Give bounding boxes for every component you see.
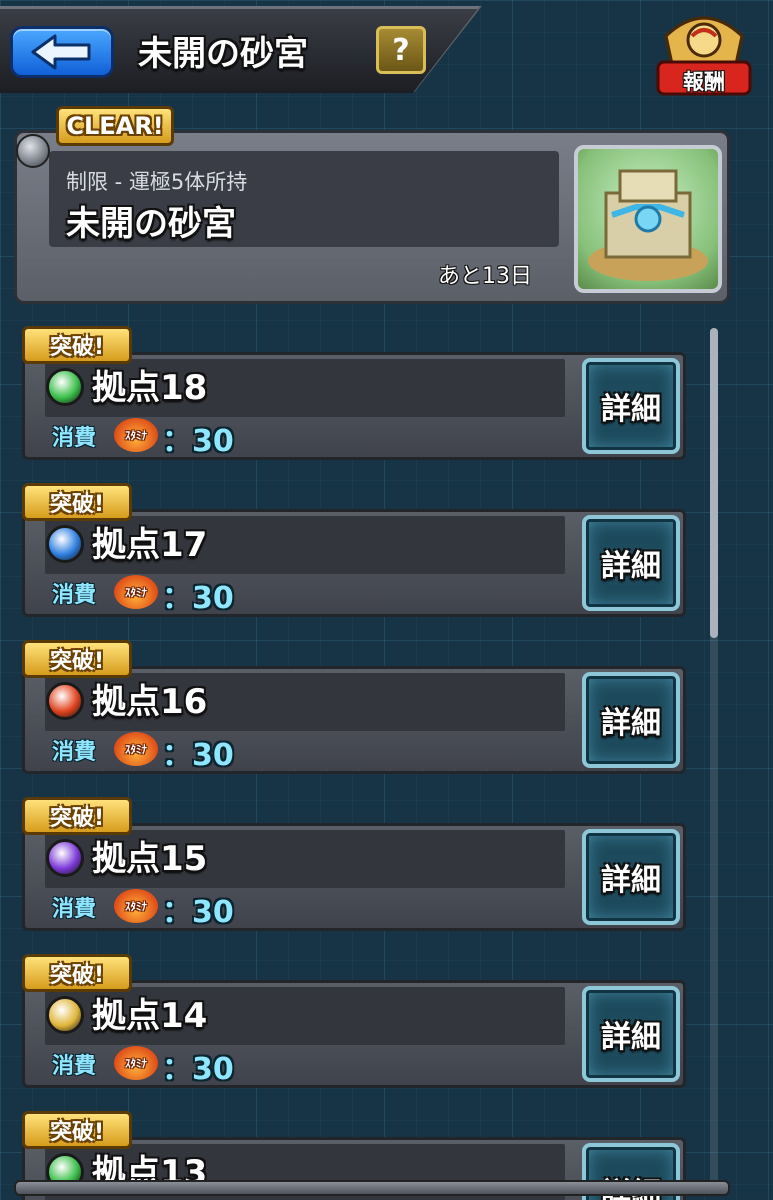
stamina-label: ｽﾀﾐﾅ (125, 900, 147, 913)
cost-label: 消費 (52, 426, 97, 451)
stage-card[interactable]: 拠点15 消費 ｽﾀﾐﾅ ：30 詳細 突破! (22, 797, 686, 931)
stage-card[interactable]: 拠点18 消費 ｽﾀﾐﾅ ：30 詳細 突破! (22, 326, 686, 460)
stage-name: 拠点14 (92, 996, 208, 1036)
reward-label: 報酬 (683, 70, 725, 94)
detail-button[interactable]: 詳細 (582, 672, 680, 768)
cost-value: ：30 (162, 424, 234, 459)
event-remaining-days: あと13日 (438, 264, 532, 289)
stamina-label: ｽﾀﾐﾅ (125, 1057, 147, 1070)
element-water-icon (46, 525, 84, 563)
back-button[interactable] (10, 26, 114, 78)
element-fire-icon (46, 682, 84, 720)
cleared-badge: 突破! (22, 797, 132, 835)
reward-button[interactable]: 報酬 (652, 6, 756, 102)
stage-name: 拠点16 (92, 682, 208, 722)
cost-value: ：30 (162, 895, 234, 930)
stage-card[interactable]: 拠点17 消費 ｽﾀﾐﾅ ：30 詳細 突破! (22, 483, 686, 617)
help-button[interactable]: ? (376, 26, 426, 74)
cost-label: 消費 (52, 740, 97, 765)
stamina-icon: ｽﾀﾐﾅ (114, 575, 158, 609)
detail-button[interactable]: 詳細 (582, 358, 680, 454)
cleared-badge: 突破! (22, 483, 132, 521)
event-name: 未開の砂宮 (66, 204, 236, 244)
bottom-rail (14, 1180, 730, 1196)
scrollbar-thumb[interactable] (710, 328, 718, 638)
stamina-icon: ｽﾀﾐﾅ (114, 889, 158, 923)
page-title: 未開の砂宮 (138, 34, 308, 74)
element-wood-icon (46, 368, 84, 406)
stage-list[interactable]: 拠点18 消費 ｽﾀﾐﾅ ：30 詳細 突破! 拠点17 消費 ｽﾀﾐﾅ ：30… (0, 320, 773, 1200)
cost-value: ：30 (162, 581, 234, 616)
detail-button[interactable]: 詳細 (582, 986, 680, 1082)
event-restriction: 制限 - 運極5体所持 (66, 170, 248, 194)
clear-badge: CLEAR! (56, 106, 174, 146)
stamina-label: ｽﾀﾐﾅ (125, 743, 147, 756)
stage-name: 拠点15 (92, 839, 208, 879)
pin-icon (16, 134, 50, 168)
stamina-icon: ｽﾀﾐﾅ (114, 1046, 158, 1080)
scrollbar[interactable] (710, 328, 718, 1188)
stamina-icon: ｽﾀﾐﾅ (114, 732, 158, 766)
cost-value: ：30 (162, 1052, 234, 1087)
event-thumbnail[interactable] (574, 145, 722, 293)
stage-name: 拠点18 (92, 368, 208, 408)
back-arrow-icon (31, 34, 91, 70)
cleared-badge: 突破! (22, 1111, 132, 1149)
cost-label: 消費 (52, 897, 97, 922)
element-light-icon (46, 996, 84, 1034)
stamina-icon: ｽﾀﾐﾅ (114, 418, 158, 452)
stamina-label: ｽﾀﾐﾅ (125, 429, 147, 442)
cleared-badge: 突破! (22, 326, 132, 364)
stage-card[interactable]: 拠点16 消費 ｽﾀﾐﾅ ：30 詳細 突破! (22, 640, 686, 774)
element-dark-icon (46, 839, 84, 877)
cost-value: ：30 (162, 738, 234, 773)
stamina-label: ｽﾀﾐﾅ (125, 586, 147, 599)
detail-button[interactable]: 詳細 (582, 515, 680, 611)
detail-button[interactable]: 詳細 (582, 829, 680, 925)
cleared-badge: 突破! (22, 640, 132, 678)
cost-label: 消費 (52, 1054, 97, 1079)
cost-label: 消費 (52, 583, 97, 608)
cleared-badge: 突破! (22, 954, 132, 992)
stage-card[interactable]: 拠点14 消費 ｽﾀﾐﾅ ：30 詳細 突破! (22, 954, 686, 1088)
temple-icon (588, 169, 708, 281)
stage-name: 拠点17 (92, 525, 208, 565)
